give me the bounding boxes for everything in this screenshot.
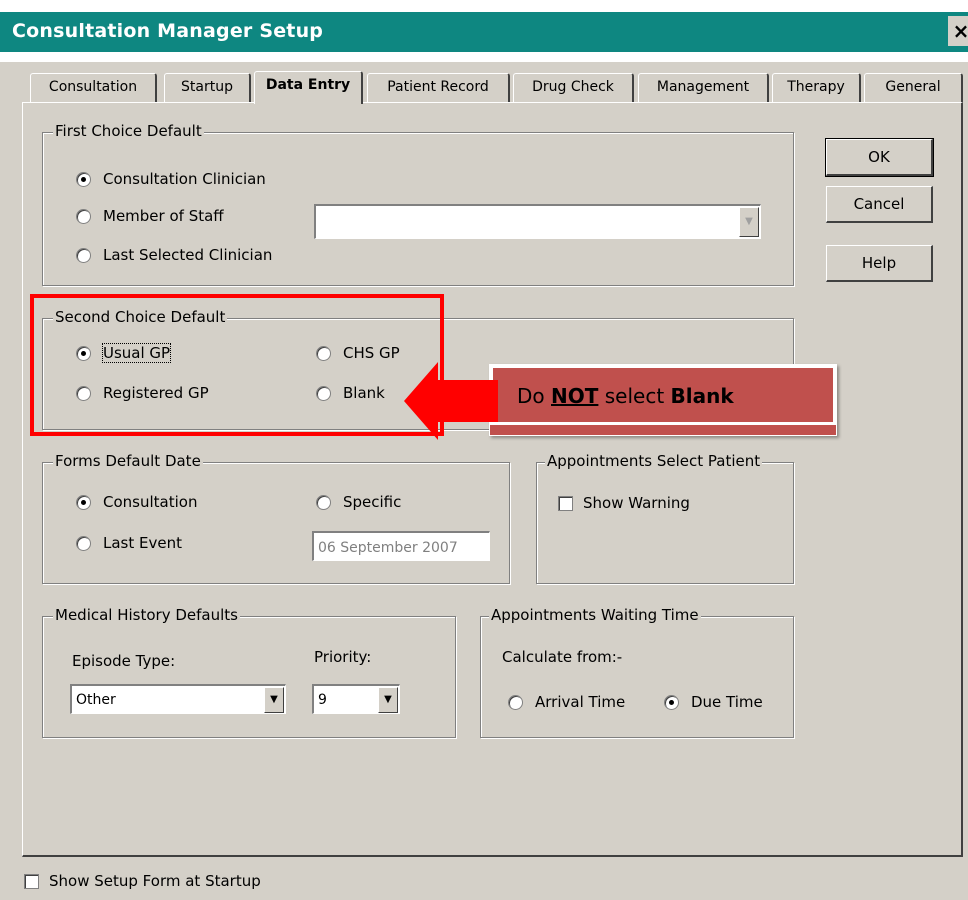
- tab-data-entry[interactable]: Data Entry: [254, 71, 363, 104]
- radio-arrival-time[interactable]: Arrival Time: [508, 693, 625, 711]
- checkbox-icon: [24, 873, 39, 889]
- radio-selected-icon: [76, 345, 91, 361]
- radio-selected-icon: [664, 694, 679, 710]
- radio-chs-gp[interactable]: CHS GP: [316, 344, 400, 362]
- radio-consultation-clinician[interactable]: Consultation Clinician: [76, 170, 266, 188]
- tab-startup[interactable]: Startup: [164, 73, 251, 102]
- calculate-from-label: Calculate from:-: [502, 648, 623, 666]
- radio-last-selected-clinician[interactable]: Last Selected Clinician: [76, 246, 272, 264]
- group-legend: Second Choice Default: [53, 308, 228, 326]
- checkbox-label: Show Warning: [583, 494, 690, 512]
- radio-consultation[interactable]: Consultation: [76, 493, 197, 511]
- specific-date-value: 06 September 2007: [318, 540, 458, 556]
- appointments-waiting-group: Appointments Waiting Time: [480, 606, 794, 738]
- chevron-down-icon[interactable]: ▼: [264, 687, 284, 713]
- tab-label: Therapy: [787, 79, 845, 95]
- radio-label: Consultation Clinician: [103, 170, 266, 188]
- episode-type-value: Other: [76, 692, 116, 708]
- group-legend: Medical History Defaults: [53, 606, 240, 624]
- window-titlebar: Consultation Manager Setup ×: [0, 0, 968, 62]
- group-legend: Forms Default Date: [53, 452, 203, 470]
- radio-usual-gp[interactable]: Usual GP: [76, 343, 172, 363]
- radio-icon: [76, 385, 91, 401]
- radio-label: CHS GP: [343, 344, 400, 362]
- group-legend: Appointments Waiting Time: [489, 606, 701, 624]
- medical-history-group: Medical History Defaults: [42, 606, 456, 738]
- radio-label: Arrival Time: [535, 693, 626, 711]
- episode-type-label: Episode Type:: [72, 652, 176, 670]
- tab-label: Startup: [181, 79, 233, 95]
- tab-management[interactable]: Management: [638, 73, 769, 102]
- staff-select[interactable]: ▼: [314, 204, 761, 239]
- episode-type-select[interactable]: Other ▼: [70, 684, 286, 714]
- radio-label: Due Time: [691, 693, 763, 711]
- radio-icon: [76, 535, 91, 551]
- show-warning-checkbox[interactable]: Show Warning: [558, 494, 690, 512]
- checkbox-label: Show Setup Form at Startup: [49, 872, 261, 890]
- radio-last-event[interactable]: Last Event: [76, 534, 182, 552]
- radio-icon: [508, 694, 523, 710]
- priority-select[interactable]: 9 ▼: [312, 684, 400, 714]
- radio-label: Consultation: [103, 493, 198, 511]
- appointments-select-patient-group: Appointments Select Patient: [536, 452, 794, 584]
- red-arrow-icon: [404, 362, 498, 440]
- tab-general[interactable]: General: [864, 73, 963, 102]
- priority-label: Priority:: [314, 648, 372, 666]
- radio-registered-gp[interactable]: Registered GP: [76, 384, 209, 402]
- annotation-middle: select: [598, 384, 671, 408]
- help-button[interactable]: Help: [826, 245, 933, 282]
- ok-label: OK: [868, 148, 890, 166]
- forms-default-date-group: Forms Default Date: [42, 452, 510, 584]
- ok-button[interactable]: OK: [825, 138, 934, 177]
- annotation-emphasis: NOT: [551, 384, 599, 408]
- tab-label: Management: [656, 79, 750, 95]
- radio-icon: [76, 208, 91, 224]
- annotation-target: Blank: [670, 384, 734, 408]
- radio-due-time[interactable]: Due Time: [664, 693, 763, 711]
- radio-label: Usual GP: [101, 343, 172, 363]
- annotation-prefix: Do: [517, 384, 551, 408]
- radio-label: Last Selected Clinician: [103, 246, 273, 264]
- specific-date-field[interactable]: 06 September 2007: [312, 531, 490, 561]
- priority-value: 9: [318, 692, 327, 708]
- window-title: Consultation Manager Setup: [12, 20, 324, 42]
- radio-specific[interactable]: Specific: [316, 493, 401, 511]
- chevron-down-icon[interactable]: ▼: [378, 687, 398, 713]
- radio-label: Registered GP: [103, 384, 209, 402]
- radio-selected-icon: [76, 494, 91, 510]
- radio-icon: [316, 385, 331, 401]
- radio-selected-icon: [76, 171, 91, 187]
- group-legend: Appointments Select Patient: [545, 452, 763, 470]
- chevron-down-icon[interactable]: ▼: [739, 207, 759, 237]
- close-icon[interactable]: ×: [948, 16, 968, 46]
- radio-icon: [76, 247, 91, 263]
- radio-member-of-staff[interactable]: Member of Staff: [76, 207, 224, 225]
- radio-icon: [316, 345, 331, 361]
- radio-icon: [316, 494, 331, 510]
- tab-consultation[interactable]: Consultation: [30, 73, 157, 102]
- radio-blank[interactable]: Blank: [316, 384, 385, 402]
- tab-label: Drug Check: [532, 79, 614, 95]
- radio-label: Member of Staff: [103, 207, 224, 225]
- tab-label: Consultation: [48, 79, 138, 95]
- checkbox-icon: [558, 495, 573, 511]
- tab-label: General: [885, 79, 941, 95]
- radio-label: Last Event: [103, 534, 182, 552]
- group-legend: First Choice Default: [53, 122, 204, 140]
- tab-therapy[interactable]: Therapy: [772, 73, 861, 102]
- help-label: Help: [861, 254, 897, 272]
- cancel-button[interactable]: Cancel: [826, 186, 933, 223]
- radio-label: Blank: [343, 384, 385, 402]
- tab-drug-check[interactable]: Drug Check: [513, 73, 634, 102]
- tab-label: Patient Record: [387, 79, 489, 95]
- annotation-callout: Do NOT select Blank: [489, 364, 837, 436]
- annotation-text: Do NOT select Blank: [517, 384, 734, 408]
- cancel-label: Cancel: [853, 195, 905, 213]
- tab-label: Data Entry: [265, 77, 351, 93]
- show-setup-checkbox[interactable]: Show Setup Form at Startup: [24, 872, 261, 890]
- tab-patient-record[interactable]: Patient Record: [367, 73, 510, 102]
- radio-label: Specific: [343, 493, 402, 511]
